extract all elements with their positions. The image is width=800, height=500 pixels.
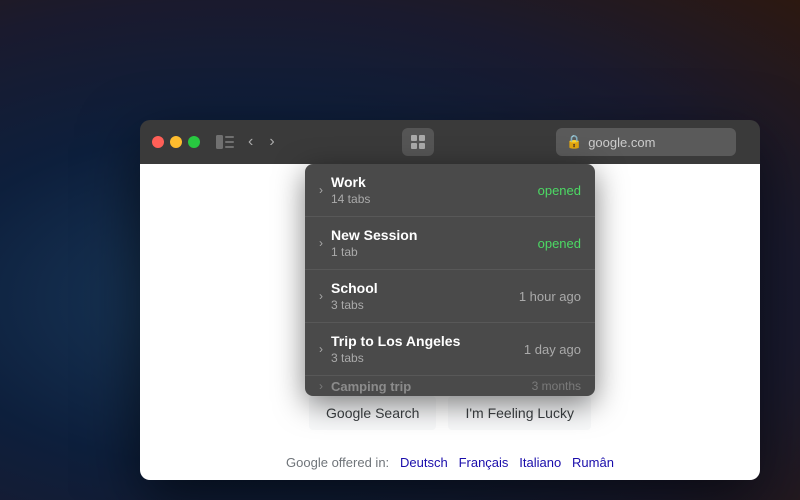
session-info-new-session: New Session 1 tab <box>331 227 530 259</box>
chevron-right-icon: › <box>319 342 323 356</box>
back-button[interactable]: ‹ <box>242 131 259 153</box>
session-name-partial: Camping trip <box>331 379 524 394</box>
session-name-trip: Trip to Los Angeles <box>331 333 516 349</box>
session-status-work: opened <box>538 183 581 198</box>
session-tabs-trip: 3 tabs <box>331 351 516 365</box>
maximize-button[interactable] <box>188 136 200 148</box>
chevron-right-icon: › <box>319 289 323 303</box>
session-info-trip: Trip to Los Angeles 3 tabs <box>331 333 516 365</box>
google-search-button[interactable]: Google Search <box>309 396 436 430</box>
session-item-partial[interactable]: › Camping trip 3 months <box>305 376 595 396</box>
session-status-school: 1 hour ago <box>519 289 581 304</box>
minimize-button[interactable] <box>170 136 182 148</box>
session-tabs-school: 3 tabs <box>331 298 511 312</box>
url-text: google.com <box>588 135 655 150</box>
lock-icon: 🔒 <box>566 134 582 150</box>
chevron-right-icon: › <box>319 236 323 250</box>
nav-buttons: ‹ › <box>242 131 281 153</box>
title-bar: ‹ › 🔒 google.com <box>140 120 760 164</box>
session-info-work: Work 14 tabs <box>331 174 530 206</box>
forward-button[interactable]: › <box>263 131 280 153</box>
session-item-work[interactable]: › Work 14 tabs opened <box>305 164 595 217</box>
tab-icon-area <box>289 128 548 156</box>
close-button[interactable] <box>152 136 164 148</box>
sidebar-toggle-button[interactable] <box>216 135 234 149</box>
im-feeling-lucky-button[interactable]: I'm Feeling Lucky <box>448 396 591 430</box>
session-item-school[interactable]: › School 3 tabs 1 hour ago <box>305 270 595 323</box>
session-name-work: Work <box>331 174 530 190</box>
chevron-right-icon: › <box>319 379 323 393</box>
tab-sessions-button[interactable] <box>402 128 434 156</box>
session-name-new-session: New Session <box>331 227 530 243</box>
google-buttons: Google Search I'm Feeling Lucky <box>309 396 591 430</box>
offer-link-deutsch[interactable]: Deutsch <box>400 455 448 470</box>
google-offer: Google offered in: Deutsch Français Ital… <box>286 455 614 470</box>
session-status-partial: 3 months <box>532 379 581 393</box>
chevron-right-icon: › <box>319 183 323 197</box>
sessions-dropdown: › Work 14 tabs opened › New Session 1 ta… <box>305 164 595 396</box>
session-info-school: School 3 tabs <box>331 280 511 312</box>
session-tabs-work: 14 tabs <box>331 192 530 206</box>
session-name-school: School <box>331 280 511 296</box>
offer-text: Google offered in: <box>286 455 389 470</box>
traffic-lights <box>152 136 200 148</box>
offer-link-italiano[interactable]: Italiano <box>519 455 561 470</box>
offer-link-francais[interactable]: Français <box>459 455 509 470</box>
address-bar[interactable]: 🔒 google.com <box>556 128 736 156</box>
session-item-trip[interactable]: › Trip to Los Angeles 3 tabs 1 day ago <box>305 323 595 376</box>
session-item-new-session[interactable]: › New Session 1 tab opened <box>305 217 595 270</box>
session-tabs-new-session: 1 tab <box>331 245 530 259</box>
session-info-partial: Camping trip <box>331 379 524 394</box>
session-status-trip: 1 day ago <box>524 342 581 357</box>
browser-window: ‹ › 🔒 google.com › Work <box>140 120 760 480</box>
session-status-new-session: opened <box>538 236 581 251</box>
offer-link-roman[interactable]: Rumân <box>572 455 614 470</box>
